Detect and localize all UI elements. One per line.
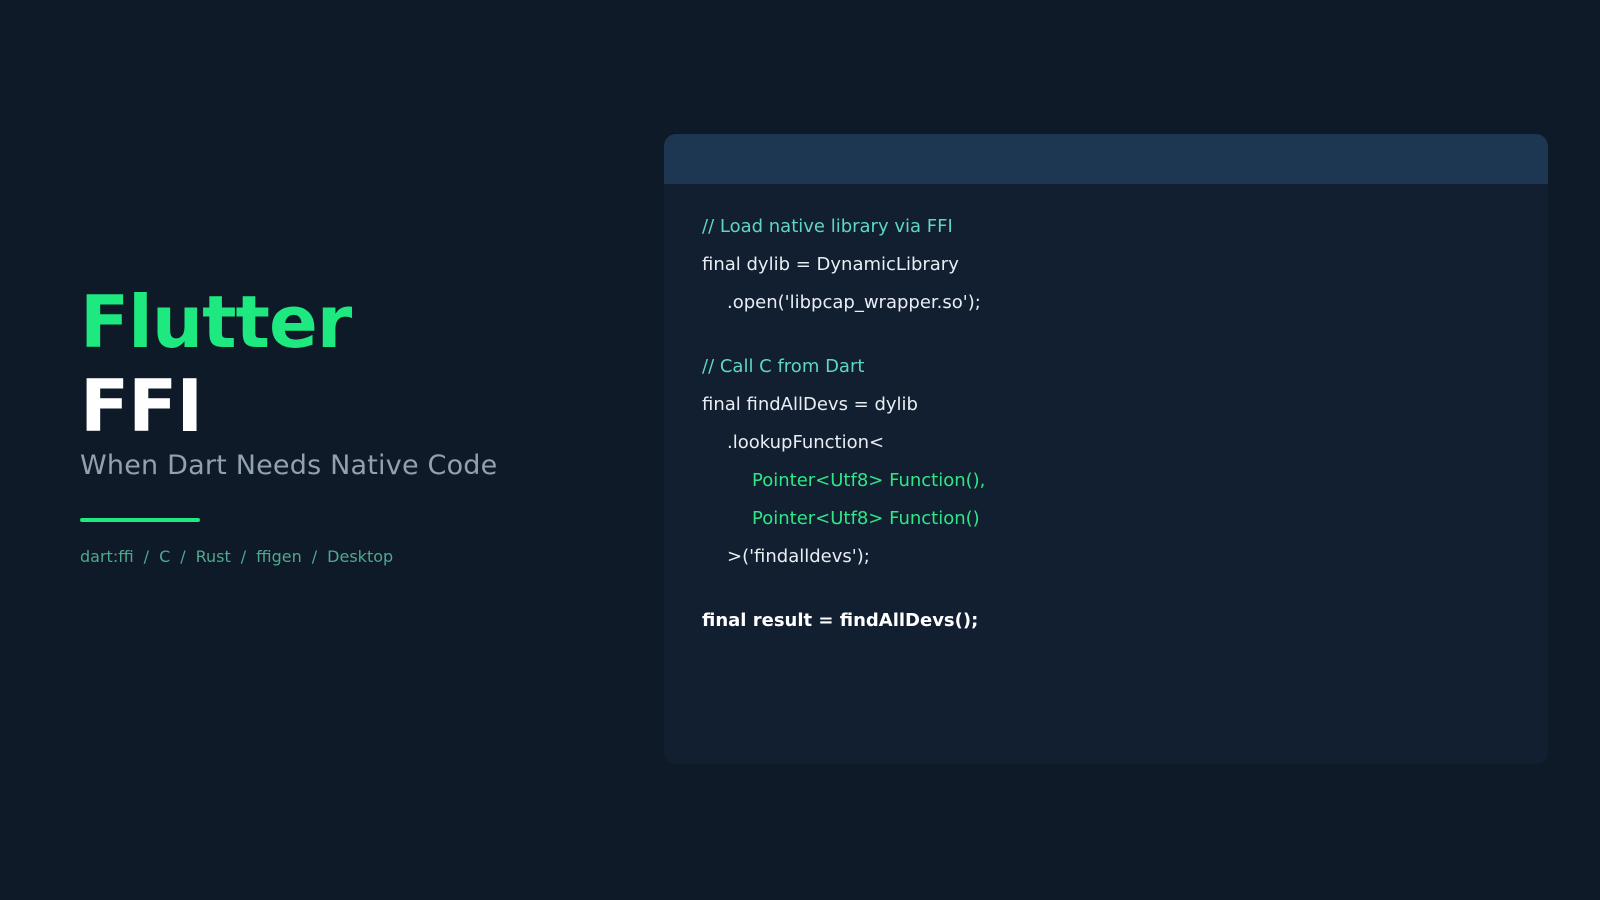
code-type-line: Pointer<Utf8> Function(), bbox=[752, 470, 986, 491]
tag-item: dart:ffi bbox=[80, 547, 134, 566]
code-type-line: Pointer<Utf8> Function() bbox=[752, 508, 980, 529]
code-comment: // Load native library via FFI bbox=[702, 216, 953, 237]
tag-separator: / bbox=[311, 547, 318, 566]
code-line: final dylib = DynamicLibrary bbox=[702, 254, 959, 275]
accent-divider bbox=[80, 518, 200, 522]
title-section: Flutter FFI When Dart Needs Native Code … bbox=[80, 280, 640, 568]
code-line: .open('libpcap_wrapper.so'); bbox=[727, 292, 981, 313]
tag-item: C bbox=[159, 547, 171, 566]
tag-item: Desktop bbox=[327, 547, 394, 566]
tag-item: Rust bbox=[195, 547, 231, 566]
code-panel-header bbox=[664, 134, 1548, 184]
code-line: >('findalldevs'); bbox=[727, 546, 870, 567]
code-line: final findAllDevs = dylib bbox=[702, 394, 918, 415]
title-ffi: FFI bbox=[80, 364, 203, 448]
code-line: .lookupFunction< bbox=[727, 432, 885, 453]
code-block: // Load native library via FFI final dyl… bbox=[664, 184, 1548, 664]
code-result-line: final result = findAllDevs(); bbox=[702, 610, 979, 631]
tag-item: ffigen bbox=[256, 547, 302, 566]
tag-separator: / bbox=[240, 547, 247, 566]
subtitle: When Dart Needs Native Code bbox=[80, 450, 498, 481]
title-flutter: Flutter bbox=[80, 280, 352, 364]
tag-list: dart:ffi / C / Rust / ffigen / Desktop bbox=[80, 546, 640, 568]
code-comment: // Call C from Dart bbox=[702, 356, 865, 377]
code-panel: // Load native library via FFI final dyl… bbox=[664, 134, 1548, 764]
tag-separator: / bbox=[180, 547, 186, 566]
tag-separator: / bbox=[143, 547, 150, 566]
